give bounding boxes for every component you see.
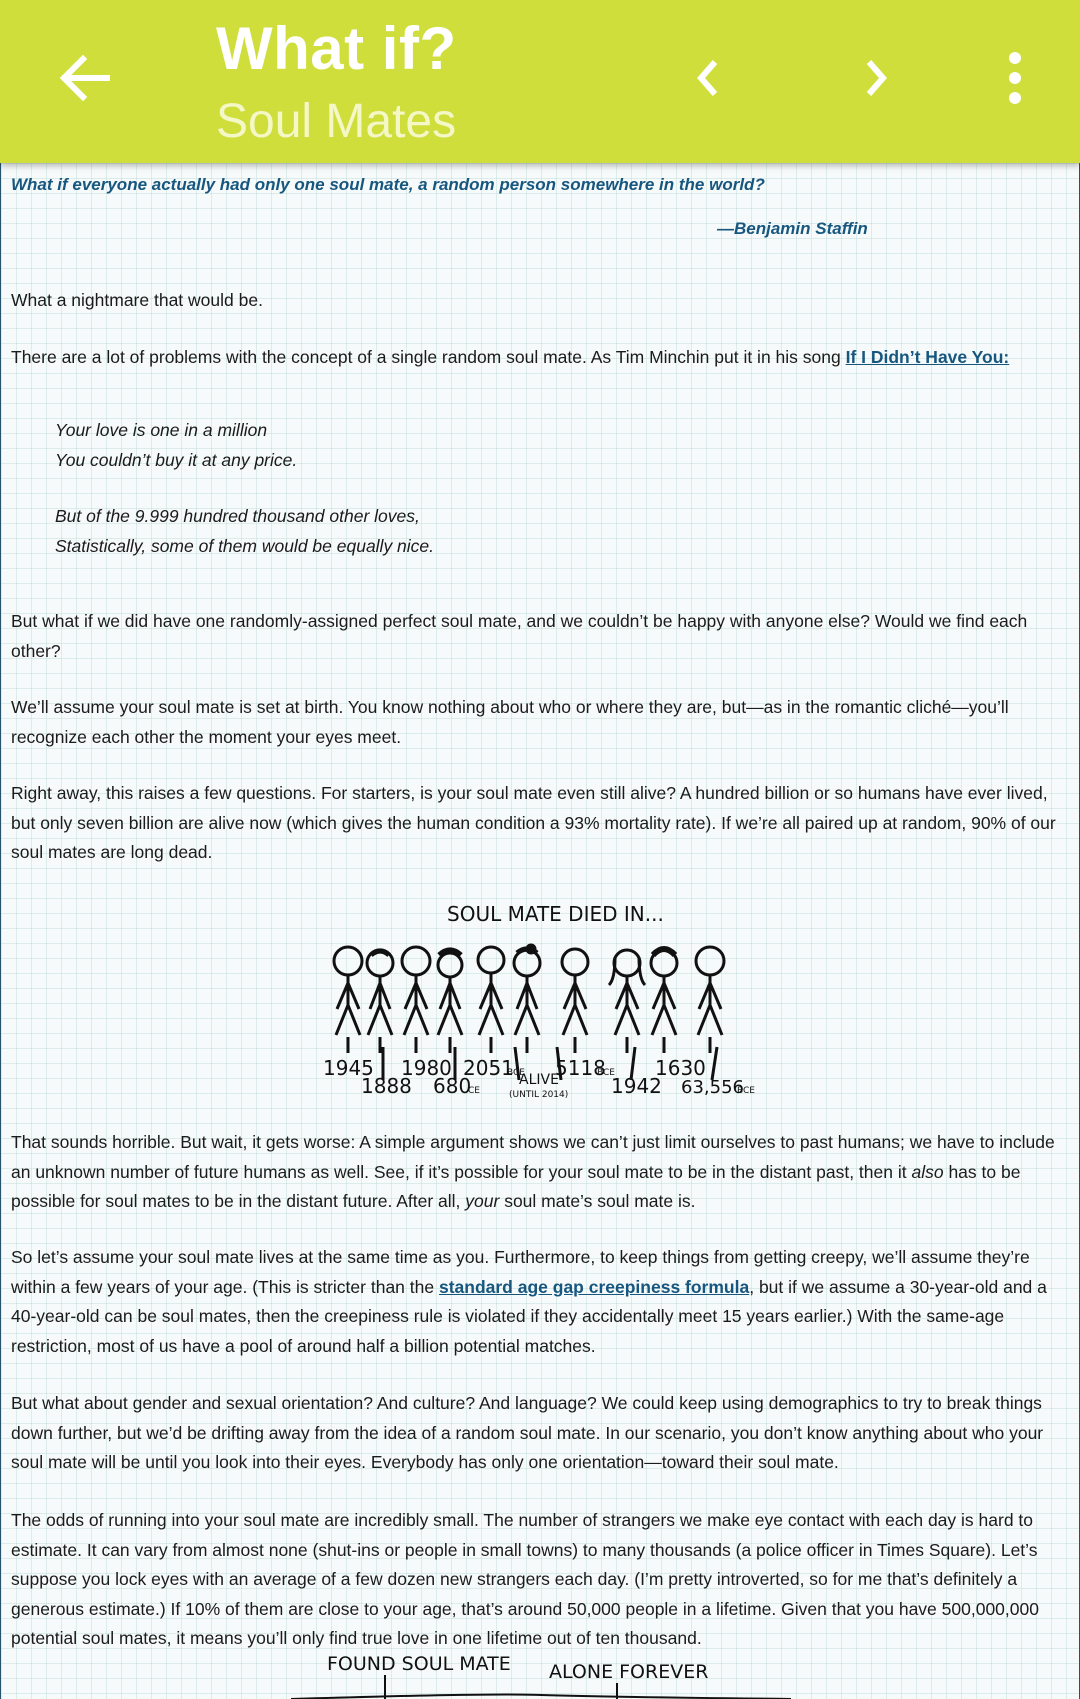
comic-label-bce-3: BCE [737,1086,755,1096]
previous-article-button[interactable] [668,38,748,118]
found-soul-mate-comic: FOUND SOUL MATE ALONE FOREVER [291,1653,792,1699]
paragraph-6-part-3: soul mate’s soul mate is. [499,1191,696,1211]
comic-label-63556: 63,556 [681,1077,744,1098]
overflow-menu-button[interactable] [975,38,1055,118]
article-content[interactable]: What if everyone actually had only one s… [0,163,1080,1699]
comic-label-ce: CE [468,1086,480,1096]
song-link[interactable]: If I Didn’t Have You: [846,347,1010,367]
paragraph-6-emphasis-2: your [465,1191,500,1211]
page-title: What if? [216,15,457,82]
paragraph-9: The odds of running into your soul mate … [11,1510,1039,1648]
comic-curve [291,1693,792,1699]
app-bar: What if? Soul Mates [0,0,1080,163]
article-question: What if everyone actually had only one s… [11,175,765,194]
comic-caption: SOUL MATE DIED IN... [447,902,664,926]
song-quote-line-2: You couldn’t buy it at any price. [55,450,298,470]
soul-mate-died-comic: SOUL MATE DIED IN... 1945 1980 2051 BCE … [323,902,755,1100]
comic-label-1888: 1888 [361,1074,412,1098]
paragraph-6-part-1: That sounds horrible. But wait, it gets … [11,1132,1055,1182]
comic-label-alive: ALIVE [519,1072,559,1088]
question-attribution: —Benjamin Staffin [717,219,868,238]
chevron-left-icon [697,60,718,96]
back-button[interactable] [40,38,130,118]
paragraph-5: Right away, this raises a few questions.… [11,783,1056,862]
chevron-right-icon [866,60,887,96]
arrow-left-icon [59,54,110,102]
paragraph-7: So let’s assume your soul mate lives at … [11,1243,1071,1361]
paragraph-2: There are a lot of problems with the con… [11,343,1071,373]
paragraph-4: We’ll assume your soul mate is set at bi… [11,697,1009,747]
paragraph-2-text: There are a lot of problems with the con… [11,347,846,367]
comic-label-alone-forever: ALONE FOREVER [549,1661,708,1683]
comic-label-680: 680 [433,1074,471,1098]
song-quote-line-4: Statistically, some of them would be equ… [55,536,435,556]
song-quote-line-3: But of the 9.999 hundred thousand other … [55,506,420,526]
comic-label-until-2014: (UNTIL 2014) [509,1090,568,1100]
comic-label-1942: 1942 [611,1074,662,1098]
song-quote-line-1: Your love is one in a million [55,420,268,440]
paragraph-8: But what about gender and sexual orienta… [11,1393,1044,1472]
paragraph-6-emphasis-1: also [911,1161,944,1182]
next-article-button[interactable] [836,38,916,118]
creepiness-formula-link[interactable]: standard age gap creepiness formula [439,1277,749,1297]
paragraph-6: That sounds horrible. But wait, it gets … [11,1128,1071,1217]
paragraph-1: What a nightmare that would be. [11,290,263,310]
paragraph-3: But what if we did have one randomly-ass… [11,611,1028,661]
comic-label-found-soul-mate: FOUND SOUL MATE [327,1653,511,1675]
more-vertical-icon [1009,52,1021,104]
page-subtitle: Soul Mates [216,95,457,148]
